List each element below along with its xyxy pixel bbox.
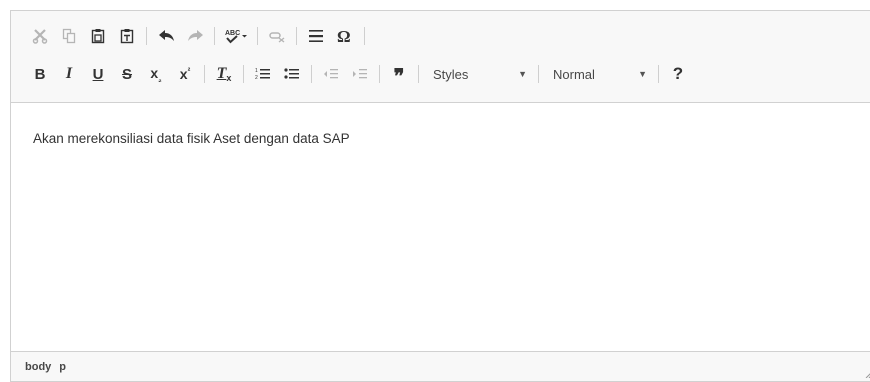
paste-button[interactable] <box>85 23 111 49</box>
bold-button[interactable]: B <box>27 61 53 87</box>
superscript-mark-icon: ² <box>187 66 191 76</box>
svg-text:1: 1 <box>255 68 258 74</box>
content-paragraph[interactable]: Akan merekonsiliasi data fisik Aset deng… <box>33 131 855 146</box>
decrease-indent-icon <box>324 69 338 79</box>
undo-icon <box>158 30 174 41</box>
toolbar-separator <box>658 65 659 83</box>
subscript-button[interactable]: x₂ <box>143 61 169 87</box>
remove-format-x-icon: x <box>226 73 232 83</box>
paste-text-icon <box>120 29 134 44</box>
special-char-button[interactable]: Ω <box>332 23 358 49</box>
toolbar-separator <box>311 65 312 83</box>
italic-label: I <box>65 65 73 82</box>
resize-grip-icon[interactable] <box>865 370 870 378</box>
cut-icon <box>32 29 48 44</box>
redo-icon <box>187 30 203 41</box>
toolbar-row-2: B I U S x₂ x² Tx 12 ❞ Styles ▼ Normal ▼ … <box>27 60 694 88</box>
paste-icon <box>91 29 105 44</box>
styles-dropdown-label: Styles <box>433 66 469 82</box>
remove-link-icon <box>269 32 285 43</box>
remove-link-button[interactable] <box>264 23 290 49</box>
copy-icon <box>62 28 76 44</box>
superscript-label: x <box>179 66 188 82</box>
help-button[interactable]: ? <box>665 61 691 87</box>
superscript-button[interactable]: x² <box>172 61 198 87</box>
undo-button[interactable] <box>153 23 179 49</box>
horizontal-rule-button[interactable] <box>303 23 329 49</box>
special-char-icon: Ω <box>337 28 351 44</box>
svg-text:2: 2 <box>255 75 258 81</box>
spellcheck-button[interactable]: ABC <box>221 23 251 49</box>
bulleted-list-icon <box>284 68 299 79</box>
toolbar-separator <box>243 65 244 83</box>
copy-button[interactable] <box>56 23 82 49</box>
strike-label: S <box>121 65 132 83</box>
strikethrough-button[interactable]: S <box>114 61 140 87</box>
toolbar-separator <box>257 27 258 45</box>
cut-button[interactable] <box>27 23 53 49</box>
path-item-p[interactable]: p <box>59 361 66 373</box>
bold-label: B <box>34 65 46 83</box>
increase-indent-button[interactable] <box>347 61 373 87</box>
numbered-list-button[interactable]: 12 <box>250 61 276 87</box>
styles-dropdown[interactable]: Styles ▼ <box>425 61 535 87</box>
editor-toolbar: ABC Ω B I U S x₂ x² Tx 1 2 ❞ Styles ▼ No… <box>11 11 870 103</box>
blockquote-icon: ❞ <box>393 66 405 88</box>
numbered-list-icon: 12 <box>255 68 270 81</box>
remove-format-label: T <box>216 65 227 82</box>
rich-text-editor: ABC Ω B I U S x₂ x² Tx 1 2 ❞ Styles ▼ No… <box>10 10 870 382</box>
redo-button[interactable] <box>182 23 208 49</box>
increase-indent-icon <box>353 69 367 79</box>
format-dropdown[interactable]: Normal ▼ <box>545 61 655 87</box>
spellcheck-icon: ABC <box>225 30 247 44</box>
path-item-body[interactable]: body <box>25 361 51 373</box>
toolbar-separator <box>204 65 205 83</box>
format-dropdown-label: Normal <box>553 66 595 82</box>
toolbar-row-1: ABC Ω <box>27 22 371 50</box>
horizontal-rule-icon <box>309 30 323 42</box>
toolbar-separator <box>418 65 419 83</box>
blockquote-button[interactable]: ❞ <box>386 61 412 87</box>
toolbar-separator <box>364 27 365 45</box>
subscript-label: x <box>150 64 159 81</box>
chevron-down-icon: ▼ <box>638 69 647 79</box>
bulleted-list-button[interactable] <box>279 61 305 87</box>
underline-button[interactable]: U <box>85 61 111 87</box>
svg-text:Ω: Ω <box>337 28 351 44</box>
chevron-down-icon: ▼ <box>518 69 527 79</box>
remove-format-button[interactable]: Tx <box>211 61 237 87</box>
svg-text:ABC: ABC <box>225 30 240 37</box>
italic-button[interactable]: I <box>56 61 82 87</box>
toolbar-separator <box>538 65 539 83</box>
editor-content-area[interactable]: Akan merekonsiliasi data fisik Aset deng… <box>11 103 870 351</box>
paste-text-button[interactable] <box>114 23 140 49</box>
toolbar-separator <box>296 27 297 45</box>
toolbar-separator <box>214 27 215 45</box>
underline-label: U <box>92 65 104 83</box>
toolbar-separator <box>379 65 380 83</box>
help-icon: ? <box>672 64 684 83</box>
toolbar-separator <box>146 27 147 45</box>
decrease-indent-button[interactable] <box>318 61 344 87</box>
element-path-bar: body p <box>11 351 870 381</box>
subscript-mark-icon: ₂ <box>158 74 162 84</box>
